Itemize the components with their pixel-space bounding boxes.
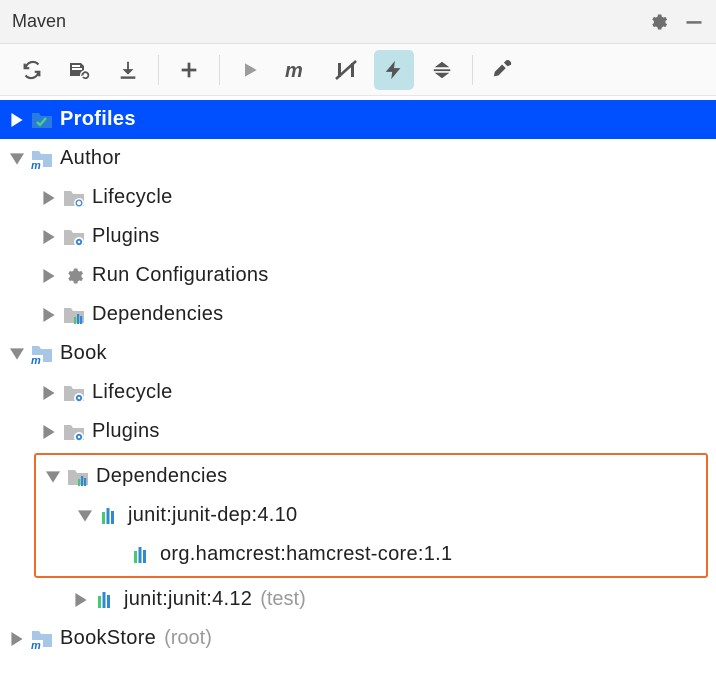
tree-label: Lifecycle [92, 381, 173, 404]
collapse-all-button[interactable] [422, 50, 462, 90]
dependency-label: junit:junit:4.12 [124, 588, 252, 611]
separator [219, 55, 220, 85]
highlighted-dependencies: Dependencies junit:junit-dep:4.10 org.ha [34, 453, 708, 578]
svg-text:m: m [285, 60, 303, 81]
maven-module-icon: m [30, 147, 54, 171]
tree-label: Dependencies [92, 303, 223, 326]
panel-title: Maven [12, 11, 66, 32]
maven-module-icon: m [30, 627, 54, 651]
tree-node-book[interactable]: m Book [0, 334, 716, 373]
tree-node-dependency[interactable]: junit:junit-dep:4.10 [36, 496, 706, 535]
collapse-icon[interactable] [74, 505, 96, 527]
folder-gear-icon [62, 420, 86, 444]
minimize-icon[interactable] [684, 12, 704, 32]
tree-label: BookStore [60, 627, 156, 650]
collapse-icon[interactable] [6, 343, 28, 365]
library-icon [94, 588, 118, 612]
project-tree[interactable]: Profiles m Author Lifecycle [0, 96, 716, 668]
folder-gear-icon [62, 381, 86, 405]
tree-node-run-configurations[interactable]: Run Configurations [0, 256, 716, 295]
folder-bars-icon [62, 303, 86, 327]
tree-node-lifecycle[interactable]: Lifecycle [0, 373, 716, 412]
reload-button[interactable] [12, 50, 52, 90]
separator [472, 55, 473, 85]
library-icon [98, 504, 122, 528]
tree-node-bookstore[interactable]: m BookStore (root) [0, 619, 716, 658]
expand-icon[interactable] [38, 187, 60, 209]
tree-label: Plugins [92, 420, 160, 443]
tree-node-profiles[interactable]: Profiles [0, 100, 716, 139]
module-annotation: (root) [164, 627, 212, 650]
svg-text:m: m [31, 640, 41, 649]
toggle-offline-button[interactable] [326, 50, 366, 90]
library-icon [130, 543, 154, 567]
download-sources-button[interactable] [108, 50, 148, 90]
separator [158, 55, 159, 85]
expand-icon[interactable] [38, 382, 60, 404]
tree-node-dependencies[interactable]: Dependencies [36, 457, 706, 496]
folder-bars-icon [66, 465, 90, 489]
header-actions [648, 12, 704, 32]
collapse-icon[interactable] [6, 148, 28, 170]
gear-icon[interactable] [648, 12, 668, 32]
dependency-label: junit:junit-dep:4.10 [128, 504, 297, 527]
expand-icon[interactable] [38, 265, 60, 287]
maven-tool-window: Maven m [0, 0, 716, 668]
folder-gear-icon [62, 186, 86, 210]
tree-label: Run Configurations [92, 264, 269, 287]
tree-label: Plugins [92, 225, 160, 248]
folder-profiles-icon [30, 108, 54, 132]
expand-icon[interactable] [70, 589, 92, 611]
tree-label: Profiles [60, 108, 136, 131]
expand-icon[interactable] [38, 421, 60, 443]
maven-module-icon: m [30, 342, 54, 366]
svg-text:m: m [31, 160, 41, 169]
run-button[interactable] [230, 50, 270, 90]
tree-label: Dependencies [96, 465, 227, 488]
leaf-spacer [106, 544, 128, 566]
execute-goal-button[interactable]: m [278, 50, 318, 90]
tree-node-plugins[interactable]: Plugins [0, 217, 716, 256]
folder-gear-icon [62, 225, 86, 249]
toolbar: m [0, 44, 716, 96]
panel-header: Maven [0, 0, 716, 44]
svg-text:m: m [31, 355, 41, 364]
collapse-icon[interactable] [42, 466, 64, 488]
dependency-scope: (test) [260, 588, 306, 611]
tree-node-author[interactable]: m Author [0, 139, 716, 178]
tree-node-lifecycle[interactable]: Lifecycle [0, 178, 716, 217]
expand-icon[interactable] [38, 226, 60, 248]
expand-icon[interactable] [38, 304, 60, 326]
settings-button[interactable] [483, 50, 523, 90]
tree-label: Lifecycle [92, 186, 173, 209]
tree-node-dependency[interactable]: junit:junit:4.12 (test) [0, 580, 716, 619]
tree-node-dependency[interactable]: org.hamcrest:hamcrest-core:1.1 [36, 535, 706, 574]
expand-icon[interactable] [6, 628, 28, 650]
gear-icon [62, 264, 86, 288]
tree-label: Author [60, 147, 121, 170]
add-project-button[interactable] [169, 50, 209, 90]
tree-node-dependencies[interactable]: Dependencies [0, 295, 716, 334]
skip-tests-button[interactable] [374, 50, 414, 90]
tree-label: Book [60, 342, 107, 365]
dependency-label: org.hamcrest:hamcrest-core:1.1 [160, 543, 452, 566]
tree-node-plugins[interactable]: Plugins [0, 412, 716, 451]
expand-icon[interactable] [6, 109, 28, 131]
generate-sources-button[interactable] [60, 50, 100, 90]
